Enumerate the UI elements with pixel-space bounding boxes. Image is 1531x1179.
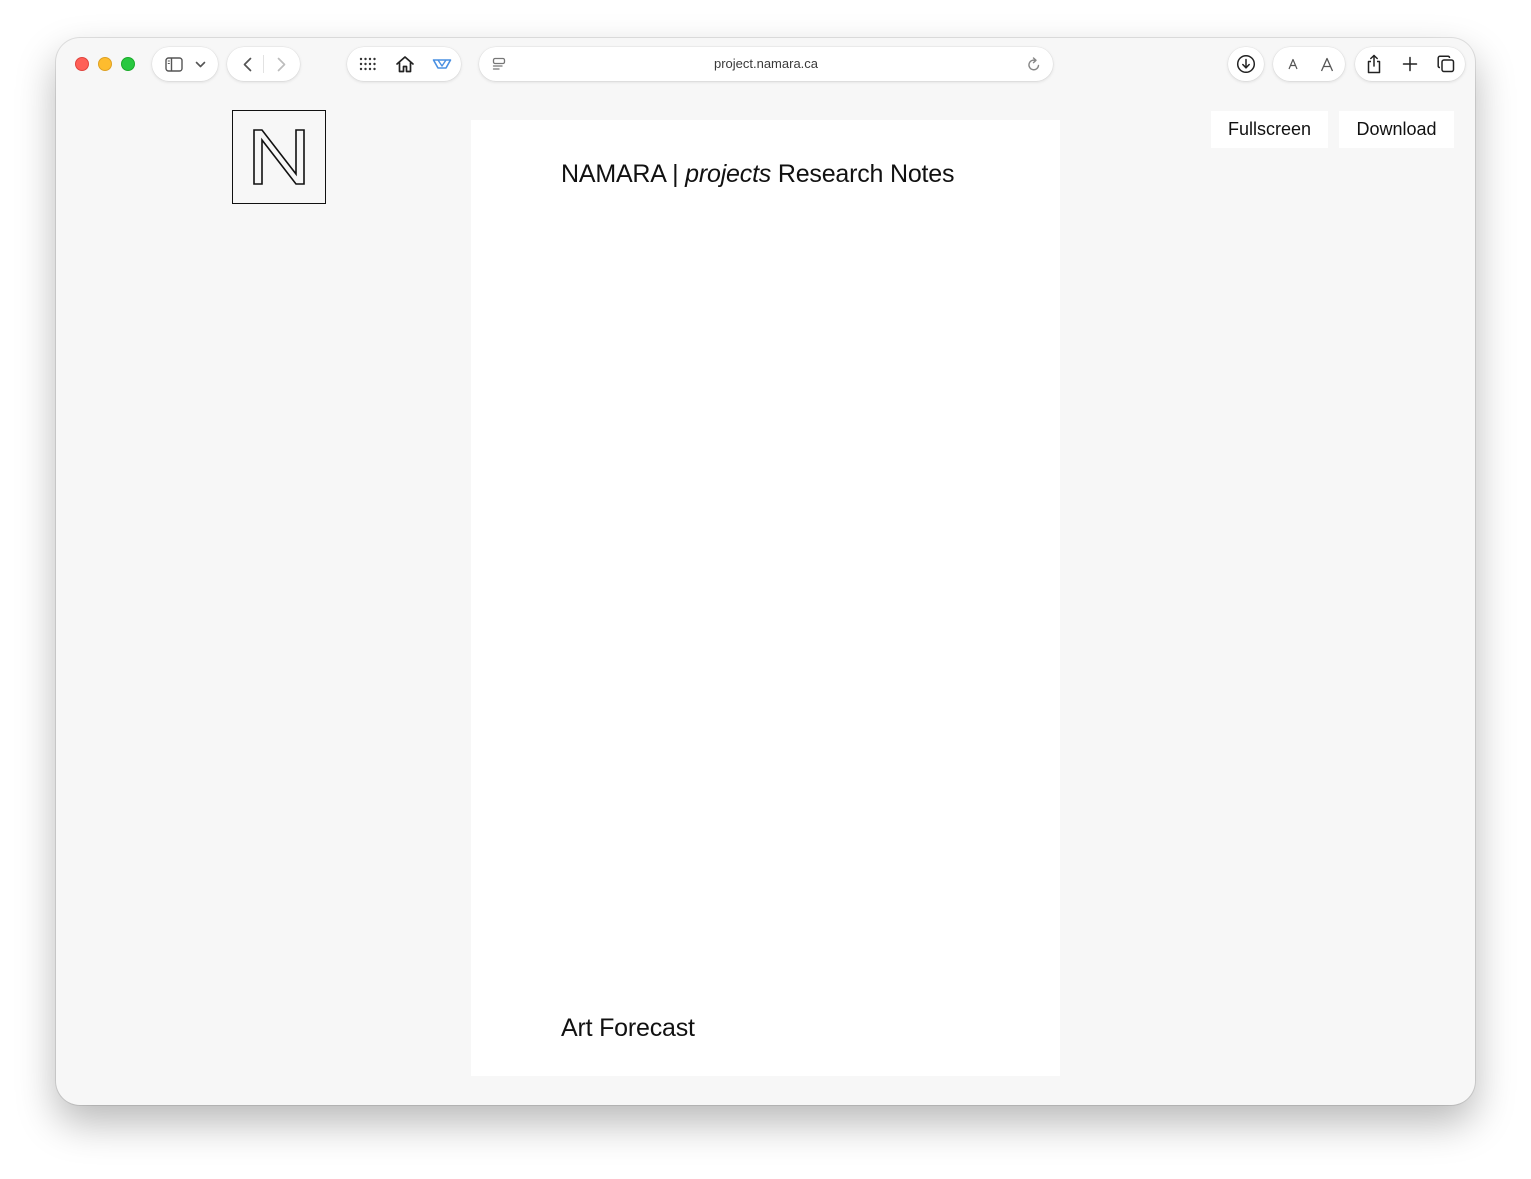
reload-button[interactable] (1019, 47, 1049, 81)
close-window-button[interactable] (75, 57, 89, 71)
tab-group-menu-button[interactable] (190, 47, 210, 81)
share-button[interactable] (1358, 47, 1390, 81)
tab-actions-group (1355, 47, 1465, 81)
browser-window: project.namara.ca NAMARA | projects Rese… (56, 38, 1475, 1105)
document-page: NAMARA | projects Research Notes Art For… (471, 120, 1060, 1076)
chevron-right-icon (277, 57, 285, 71)
plus-icon (1402, 56, 1418, 72)
url-text: project.namara.ca (713, 56, 819, 71)
reload-icon (1028, 56, 1040, 70)
forward-button[interactable] (265, 47, 297, 81)
title-suffix: Research Notes (771, 160, 955, 188)
download-arrow-icon (1236, 54, 1256, 74)
namara-logo[interactable] (232, 110, 326, 204)
text-smaller-button[interactable] (1277, 47, 1309, 81)
page-menu-icon (492, 57, 506, 70)
downloads-group (1228, 47, 1264, 81)
favorites-group (347, 47, 461, 81)
chevron-down-icon (195, 61, 205, 67)
fullscreen-button[interactable]: Fullscreen (1211, 111, 1328, 148)
browser-toolbar: project.namara.ca (56, 38, 1475, 94)
share-icon (1367, 54, 1381, 74)
start-page-grid-button[interactable] (352, 47, 384, 81)
address-bar[interactable]: project.namara.ca (479, 47, 1053, 81)
text-smaller-icon (1288, 58, 1298, 70)
extension-button[interactable] (426, 47, 458, 81)
document-title: NAMARA | projects Research Notes (561, 160, 955, 189)
title-prefix: NAMARA | (561, 160, 686, 188)
sidebar-toggle-button[interactable] (160, 47, 188, 81)
sidebar-icon (165, 56, 183, 72)
namara-logo-mark (253, 129, 305, 185)
title-italic: projects (685, 160, 772, 188)
text-larger-button[interactable] (1311, 47, 1343, 81)
chevron-left-icon (243, 57, 251, 71)
tab-overview-icon (1437, 55, 1455, 73)
download-button[interactable]: Download (1339, 111, 1454, 148)
sidebar-toggle-group (152, 47, 218, 81)
text-larger-icon (1320, 57, 1334, 71)
new-tab-button[interactable] (1394, 47, 1426, 81)
minimize-window-button[interactable] (98, 57, 112, 71)
tab-overview-button[interactable] (1430, 47, 1462, 81)
page-menu-button[interactable] (485, 47, 513, 81)
navigation-group (227, 47, 300, 81)
nav-divider (263, 55, 264, 73)
document-footer-title: Art Forecast (561, 1014, 695, 1042)
extension-icon (432, 59, 452, 69)
home-button[interactable] (389, 47, 421, 81)
home-icon (396, 56, 414, 73)
downloads-button[interactable] (1228, 47, 1264, 81)
page-content: NAMARA | projects Research Notes Art For… (56, 94, 1475, 1105)
back-button[interactable] (231, 47, 263, 81)
text-size-group (1273, 47, 1345, 81)
zoom-window-button[interactable] (121, 57, 135, 71)
grid-icon (359, 57, 376, 71)
